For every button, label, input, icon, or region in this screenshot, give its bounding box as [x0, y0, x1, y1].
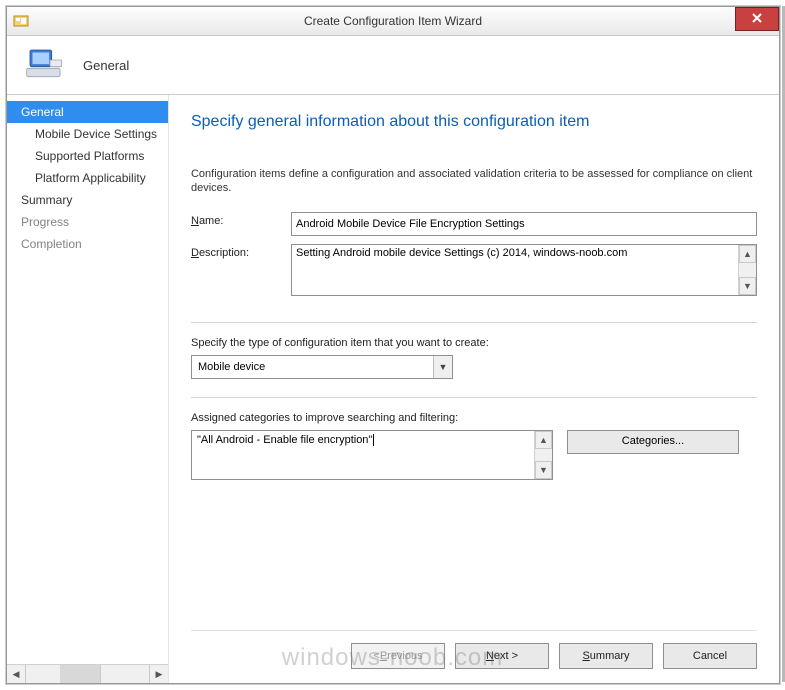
description-label: Description:	[191, 244, 291, 259]
sidebar-items: General Mobile Device Settings Supported…	[7, 101, 168, 664]
intro-text: Configuration items define a configurati…	[191, 167, 757, 196]
sidebar-item-label: Completion	[21, 237, 82, 251]
description-row: Description: ▲ ▼	[191, 244, 757, 296]
categories-value: "All Android - Enable file encryption"	[192, 431, 534, 479]
close-icon	[751, 12, 763, 26]
scroll-track[interactable]	[101, 665, 149, 683]
text-cursor	[373, 434, 374, 446]
next-button[interactable]: Next >	[455, 643, 549, 669]
description-input[interactable]	[292, 245, 738, 295]
separator	[191, 397, 757, 398]
scroll-right-icon[interactable]: ▶	[149, 665, 168, 683]
window-title: Create Configuration Item Wizard	[7, 14, 779, 28]
summary-button[interactable]: Summary	[559, 643, 653, 669]
name-input[interactable]	[291, 212, 757, 236]
sidebar-item-progress[interactable]: Progress	[7, 211, 168, 233]
categories-label: Assigned categories to improve searching…	[191, 412, 757, 424]
title-bar: Create Configuration Item Wizard	[7, 7, 779, 36]
content-pane: Specify general information about this c…	[169, 95, 779, 683]
name-label: Name:	[191, 212, 291, 227]
sidebar-item-label: Supported Platforms	[35, 149, 144, 163]
sidebar-item-label: General	[21, 105, 64, 119]
categories-button[interactable]: Categories...	[567, 430, 739, 454]
chevron-down-icon: ▼	[433, 356, 452, 378]
type-combobox-value: Mobile device	[192, 361, 433, 373]
sidebar-item-general[interactable]: General	[7, 101, 168, 123]
sidebar-item-label: Progress	[21, 215, 69, 229]
sidebar-item-summary[interactable]: Summary	[7, 189, 168, 211]
sidebar-item-label: Platform Applicability	[35, 171, 146, 185]
type-label: Specify the type of configuration item t…	[191, 337, 757, 349]
type-combobox[interactable]: Mobile device ▼	[191, 355, 453, 379]
scroll-down-icon[interactable]: ▼	[535, 461, 552, 479]
wizard-window: Create Configuration Item Wizard General…	[6, 6, 780, 684]
footer-buttons: < Previous Next > Summary Cancel	[191, 630, 757, 673]
separator	[191, 322, 757, 323]
categories-box[interactable]: "All Android - Enable file encryption" ▲…	[191, 430, 553, 480]
sidebar-item-platform-applicability[interactable]: Platform Applicability	[7, 167, 168, 189]
name-row: Name:	[191, 212, 757, 236]
description-scrollbar[interactable]: ▲ ▼	[738, 245, 756, 295]
body-area: General Mobile Device Settings Supported…	[7, 95, 779, 683]
computer-icon	[25, 45, 65, 85]
sidebar-item-mobile-device-settings[interactable]: Mobile Device Settings	[7, 123, 168, 145]
header-band: General	[7, 36, 779, 95]
sidebar: General Mobile Device Settings Supported…	[7, 95, 169, 683]
scroll-up-icon[interactable]: ▲	[739, 245, 756, 263]
header-section-title: General	[83, 58, 129, 73]
cancel-button[interactable]: Cancel	[663, 643, 757, 669]
page-heading: Specify general information about this c…	[191, 113, 757, 131]
scroll-left-icon[interactable]: ◀	[7, 665, 26, 683]
sidebar-item-label: Summary	[21, 193, 72, 207]
scroll-up-icon[interactable]: ▲	[535, 431, 552, 449]
scroll-down-icon[interactable]: ▼	[739, 277, 756, 295]
categories-scrollbar[interactable]: ▲ ▼	[534, 431, 552, 479]
previous-button: < Previous	[351, 643, 445, 669]
description-wrap: ▲ ▼	[291, 244, 757, 296]
scroll-thumb[interactable]	[60, 665, 101, 683]
app-icon	[13, 13, 29, 29]
categories-row: "All Android - Enable file encryption" ▲…	[191, 430, 757, 480]
sidebar-horizontal-scrollbar[interactable]: ◀ ▶	[7, 664, 168, 683]
close-button[interactable]	[735, 7, 779, 31]
sidebar-item-supported-platforms[interactable]: Supported Platforms	[7, 145, 168, 167]
sidebar-item-completion[interactable]: Completion	[7, 233, 168, 255]
sidebar-item-label: Mobile Device Settings	[35, 127, 157, 141]
